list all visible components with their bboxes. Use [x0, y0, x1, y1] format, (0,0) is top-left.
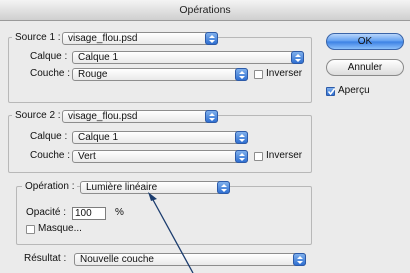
source2-channel-popup[interactable]: Vert: [72, 150, 248, 163]
source2-invert-label: Inverser: [266, 150, 303, 161]
up-down-arrows-icon: [235, 68, 248, 81]
mask-checkbox[interactable]: [26, 225, 35, 234]
source2-layer-label: Calque :: [30, 131, 68, 142]
source1-file-popup[interactable]: visage_flou.psd: [62, 32, 218, 45]
up-down-arrows-icon: [205, 110, 218, 123]
mask-label: Masque...: [38, 223, 82, 234]
source2-label: Source 2 :: [12, 109, 64, 123]
operation-mode-popup[interactable]: Lumière linéaire: [80, 181, 230, 194]
source1-channel-value: Rouge: [78, 69, 108, 80]
ok-button[interactable]: OK: [326, 33, 404, 50]
result-label: Résultat :: [24, 253, 67, 264]
source2-channel-value: Vert: [78, 151, 96, 162]
up-down-arrows-icon: [291, 51, 304, 64]
checkmark-icon: [327, 88, 336, 96]
up-down-arrows-icon: [293, 253, 306, 266]
operation-mode-value: Lumière linéaire: [86, 182, 158, 193]
source1-channel-label: Couche :: [30, 68, 71, 79]
source1-file-value: visage_flou.psd: [68, 33, 138, 44]
up-down-arrows-icon: [235, 150, 248, 163]
preview-label: Aperçu: [338, 85, 370, 96]
up-down-arrows-icon: [217, 181, 230, 194]
up-down-arrows-icon: [205, 32, 218, 45]
source2-group: [8, 115, 312, 173]
source2-invert-checkbox[interactable]: [254, 152, 263, 161]
dialog-title: Opérations: [0, 0, 410, 21]
operation-label: Opération :: [22, 180, 78, 194]
source2-channel-label: Couche :: [30, 150, 71, 161]
source2-layer-value: Calque 1: [78, 132, 119, 143]
source1-invert-label: Inverser: [266, 68, 303, 79]
source1-invert-checkbox[interactable]: [254, 70, 263, 79]
source2-file-value: visage_flou.psd: [68, 111, 138, 122]
opacity-unit: %: [115, 207, 124, 218]
source1-layer-popup[interactable]: Calque 1: [72, 51, 304, 64]
source2-file-popup[interactable]: visage_flou.psd: [62, 110, 218, 123]
cancel-button[interactable]: Annuler: [326, 59, 404, 76]
source1-layer-label: Calque :: [30, 51, 68, 62]
source1-channel-popup[interactable]: Rouge: [72, 68, 248, 81]
preview-checkbox[interactable]: [326, 87, 336, 96]
source1-label: Source 1 :: [12, 31, 64, 45]
source2-layer-popup[interactable]: Calque 1: [72, 131, 248, 144]
opacity-label: Opacité :: [26, 207, 67, 218]
result-popup[interactable]: Nouvelle couche: [74, 253, 306, 266]
up-down-arrows-icon: [235, 131, 248, 144]
opacity-input[interactable]: 100: [72, 207, 106, 220]
operations-dialog: Opérations Source 1 : visage_flou.psd Ca…: [0, 0, 410, 273]
source1-layer-value: Calque 1: [78, 52, 119, 63]
result-value: Nouvelle couche: [80, 254, 154, 265]
